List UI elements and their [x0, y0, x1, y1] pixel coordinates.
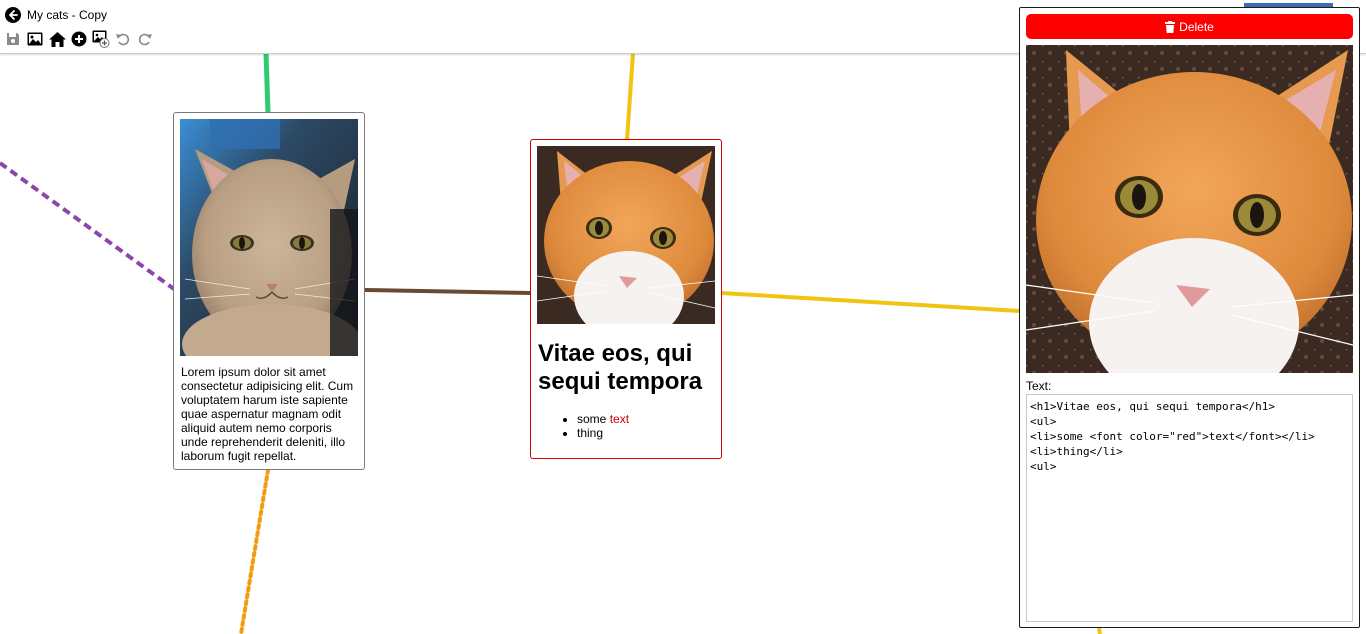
left-cat-card[interactable]: Lorem ipsum dolor sit amet consectetur a…	[173, 112, 365, 470]
add-circle-icon[interactable]	[70, 30, 88, 48]
orange-cat-photo	[537, 146, 715, 324]
trash-icon	[1165, 20, 1176, 33]
home-icon[interactable]	[48, 30, 66, 48]
list-item: thing	[577, 426, 629, 440]
html-text-editor[interactable]: <h1>Vitae eos, qui sequi tempora</h1> <u…	[1026, 394, 1353, 622]
list-item: some text	[577, 412, 629, 426]
yellow-connector-bottom[interactable]	[1097, 627, 1102, 634]
image-icon[interactable]	[26, 30, 44, 48]
center-cat-card[interactable]: Vitae eos, qui sequi tempora some text t…	[530, 139, 722, 459]
card-body-text: Lorem ipsum dolor sit amet consectetur a…	[181, 365, 354, 463]
card-bullet-list: some text thing	[537, 412, 629, 440]
tabby-cat-photo	[180, 119, 358, 356]
purple-dashed-connector[interactable]	[0, 161, 176, 291]
toolbar	[4, 30, 158, 48]
title-row: My cats - Copy	[5, 6, 107, 24]
selected-cat-photo	[1026, 45, 1353, 373]
red-text-span: text	[609, 412, 630, 426]
document-title: My cats - Copy	[27, 8, 108, 22]
card-heading: Vitae eos, qui sequi tempora	[538, 340, 703, 395]
green-connector[interactable]	[263, 52, 271, 114]
yellow-connector-top[interactable]	[625, 52, 635, 141]
yellow-connector-right[interactable]	[720, 291, 1021, 313]
delete-button[interactable]: Delete	[1026, 14, 1353, 39]
save-icon[interactable]	[4, 30, 22, 48]
brown-connector[interactable]	[364, 288, 532, 295]
delete-label: Delete	[1179, 19, 1214, 34]
orange-dotted-connector[interactable]	[239, 468, 270, 634]
text-field-label: Text:	[1026, 379, 1052, 393]
add-image-icon[interactable]	[92, 30, 110, 48]
redo-icon[interactable]	[136, 30, 154, 48]
undo-icon[interactable]	[114, 30, 132, 48]
back-arrow-icon[interactable]	[5, 7, 21, 23]
properties-panel: Delete Text: <h1>Vitae eos, qui sequi te…	[1019, 7, 1360, 628]
